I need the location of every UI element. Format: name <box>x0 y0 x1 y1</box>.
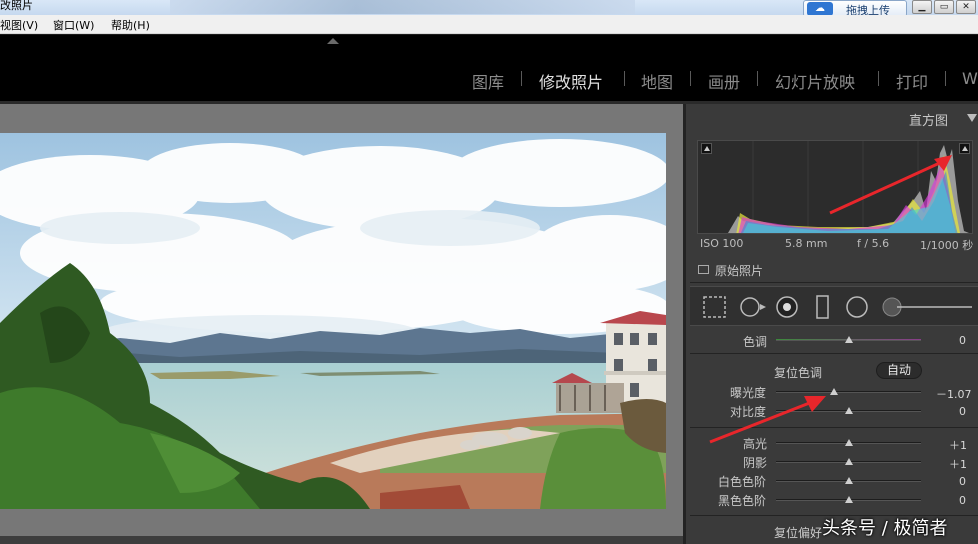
lightroom-window: 改照片 ☁ 拖拽上传 ▁ ▭ ✕ 视图(V) 窗口(W) 帮助(H) 图库 修改… <box>0 0 978 544</box>
shadows-label: 阴影 <box>743 456 768 470</box>
crop-tool-icon[interactable] <box>702 294 728 318</box>
module-separator <box>757 71 758 86</box>
menu-bar: 视图(V) 窗口(W) 帮助(H) <box>0 15 978 34</box>
module-web[interactable]: W <box>962 69 978 88</box>
shadows-slider-thumb[interactable] <box>845 458 853 465</box>
blacks-slider-thumb[interactable] <box>845 496 853 503</box>
panel-divider <box>690 353 978 354</box>
module-separator <box>521 71 522 86</box>
menu-help[interactable]: 帮助(H) <box>111 17 150 33</box>
module-separator <box>945 71 946 86</box>
module-separator <box>624 71 625 86</box>
contrast-value[interactable]: 0 <box>959 405 966 418</box>
module-separator <box>690 71 691 86</box>
exposure-value[interactable]: －1.07 <box>936 386 972 402</box>
blacks-value[interactable]: 0 <box>959 494 966 507</box>
original-photo-checkbox[interactable] <box>698 265 709 274</box>
cloud-icon: ☁ <box>807 2 833 16</box>
histogram[interactable] <box>697 140 973 234</box>
adjustment-brush-icon[interactable] <box>881 294 971 318</box>
title-bar: 改照片 ☁ 拖拽上传 ▁ ▭ ✕ <box>0 0 978 17</box>
filmstrip-edge <box>0 536 683 544</box>
module-develop[interactable]: 修改照片 <box>539 69 603 93</box>
exif-shutter: 1/1000 秒 <box>920 239 974 252</box>
window-title: 改照片 <box>0 0 33 12</box>
collapse-top-panel-icon[interactable] <box>327 38 339 44</box>
spot-removal-icon[interactable] <box>738 294 768 318</box>
module-print[interactable]: 打印 <box>896 69 928 93</box>
tint-label: 色调 <box>743 335 768 349</box>
exif-aperture: f / 5.6 <box>857 237 890 250</box>
highlights-slider-thumb[interactable] <box>845 439 853 446</box>
blacks-label: 黑色色阶 <box>718 494 767 508</box>
maximize-button[interactable]: ▭ <box>934 0 954 14</box>
whites-value[interactable]: 0 <box>959 475 966 488</box>
module-map[interactable]: 地图 <box>641 69 673 93</box>
panel-divider <box>690 282 978 283</box>
menu-view[interactable]: 视图(V) <box>0 17 38 33</box>
graduated-filter-icon[interactable] <box>814 294 830 318</box>
exif-focal-length: 5.8 mm <box>785 237 828 250</box>
taskbar-strip <box>170 0 635 14</box>
highlight-clipping-icon[interactable] <box>959 143 970 154</box>
reset-tone-label[interactable]: 复位色调 <box>774 364 822 381</box>
module-book[interactable]: 画册 <box>708 69 740 93</box>
redeye-icon[interactable] <box>775 294 799 318</box>
collapse-right-panel-icon[interactable] <box>967 114 977 122</box>
exposure-slider-thumb[interactable] <box>830 388 838 395</box>
histogram-title[interactable]: 直方图 <box>909 110 948 129</box>
close-button[interactable]: ✕ <box>956 0 976 14</box>
window-controls: ▁ ▭ ✕ <box>912 0 978 16</box>
contrast-slider-thumb[interactable] <box>845 407 853 414</box>
whites-label: 白色色阶 <box>718 475 767 489</box>
tint-slider-thumb[interactable] <box>845 336 853 343</box>
module-separator <box>878 71 879 86</box>
exif-iso: ISO 100 <box>700 237 744 250</box>
auto-tone-button[interactable]: 自动 <box>876 362 922 379</box>
landscape-photo[interactable] <box>0 133 666 509</box>
original-photo-label: 原始照片 <box>715 264 764 278</box>
annotation-arrow <box>709 396 826 444</box>
whites-slider-thumb[interactable] <box>845 477 853 484</box>
radial-filter-icon[interactable] <box>845 294 869 318</box>
shadows-value[interactable]: ＋1 <box>949 456 967 472</box>
highlights-value[interactable]: ＋1 <box>949 437 967 453</box>
module-library[interactable]: 图库 <box>472 69 504 93</box>
menu-window[interactable]: 窗口(W) <box>53 17 94 33</box>
module-slideshow[interactable]: 幻灯片放映 <box>775 69 855 93</box>
tint-value[interactable]: 0 <box>959 334 966 347</box>
watermark-text: 头条号 / 极简者 <box>822 518 948 539</box>
reset-presence-label[interactable]: 复位偏好 <box>774 524 822 541</box>
shadow-clipping-icon[interactable] <box>701 143 712 154</box>
minimize-button[interactable]: ▁ <box>912 0 932 14</box>
